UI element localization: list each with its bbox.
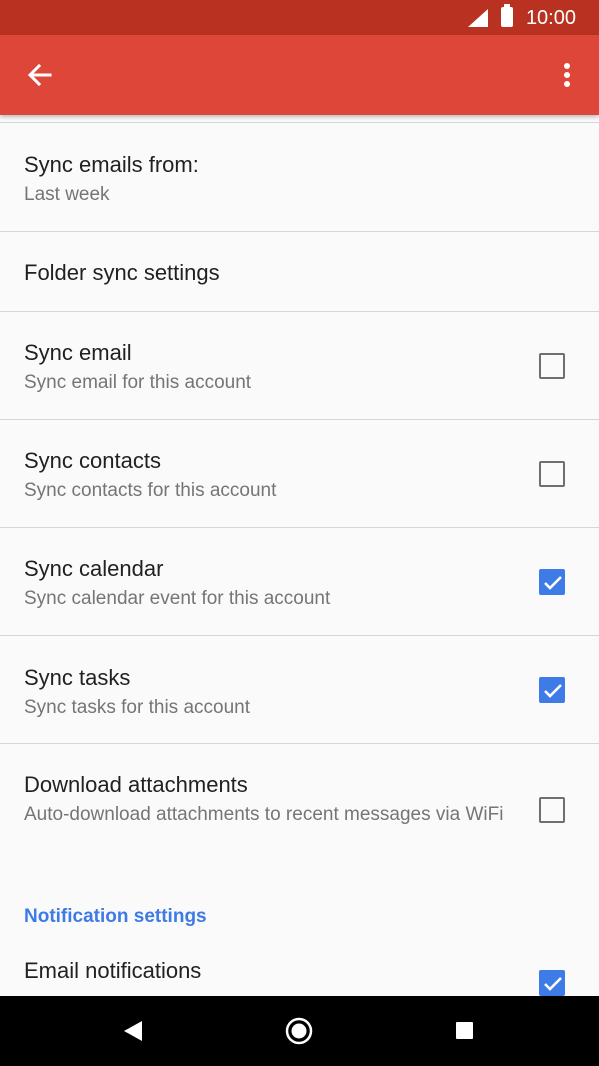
more-vert-icon: [564, 63, 570, 87]
setting-download-attachments[interactable]: Download attachments Auto-download attac…: [0, 743, 599, 875]
signal-icon: [468, 9, 488, 27]
setting-sync-tasks[interactable]: Sync tasks Sync tasks for this account: [0, 635, 599, 743]
recents-square-icon[interactable]: [456, 1022, 473, 1039]
setting-summary: Sync tasks for this account: [24, 697, 250, 718]
settings-list: Sync emails from: Last week Folder sync …: [0, 122, 599, 996]
sync-email-checkbox[interactable]: [539, 353, 565, 379]
setting-summary: Sync contacts for this account: [24, 480, 277, 501]
setting-sync-contacts[interactable]: Sync contacts Sync contacts for this acc…: [0, 419, 599, 527]
check-icon: [544, 576, 562, 590]
check-icon: [544, 684, 562, 698]
more-options-button[interactable]: [552, 57, 582, 93]
status-time: 10:00: [525, 7, 576, 29]
setting-title: Sync calendar: [24, 556, 164, 581]
setting-title: Sync emails from:: [24, 152, 199, 177]
setting-title: Sync email: [24, 340, 132, 365]
setting-email-notifications[interactable]: Email notifications: [0, 948, 599, 996]
setting-sync-email[interactable]: Sync email Sync email for this account: [0, 311, 599, 419]
setting-sync-emails-from[interactable]: Sync emails from: Last week: [0, 122, 599, 231]
email-notifications-checkbox[interactable]: [539, 970, 565, 996]
download-attachments-checkbox[interactable]: [539, 797, 565, 823]
notification-settings-header: Notification settings: [24, 906, 207, 927]
sync-calendar-checkbox[interactable]: [539, 569, 565, 595]
home-circle-icon[interactable]: [285, 1017, 313, 1045]
back-triangle-icon[interactable]: [124, 1021, 142, 1041]
arrow-left-icon: [27, 63, 52, 87]
setting-title: Download attachments: [24, 772, 248, 797]
app-bar: [0, 35, 599, 115]
battery-icon: [501, 4, 513, 27]
check-icon: [544, 977, 562, 991]
setting-title: Sync tasks: [24, 665, 131, 690]
setting-summary: Sync email for this account: [24, 372, 252, 393]
setting-title: Folder sync settings: [24, 260, 220, 285]
system-nav-bar: [0, 996, 599, 1066]
status-bar: 10:00: [0, 0, 599, 35]
setting-summary: Sync calendar event for this account: [24, 588, 331, 609]
sync-contacts-checkbox[interactable]: [539, 461, 565, 487]
back-button[interactable]: [22, 57, 58, 93]
setting-title: Email notifications: [24, 958, 202, 983]
setting-value: Last week: [24, 184, 110, 205]
setting-folder-sync[interactable]: Folder sync settings: [0, 231, 599, 311]
setting-title: Sync contacts: [24, 448, 161, 473]
setting-summary: Auto-download attachments to recent mess…: [24, 804, 504, 825]
setting-sync-calendar[interactable]: Sync calendar Sync calendar event for th…: [0, 527, 599, 635]
sync-tasks-checkbox[interactable]: [539, 677, 565, 703]
